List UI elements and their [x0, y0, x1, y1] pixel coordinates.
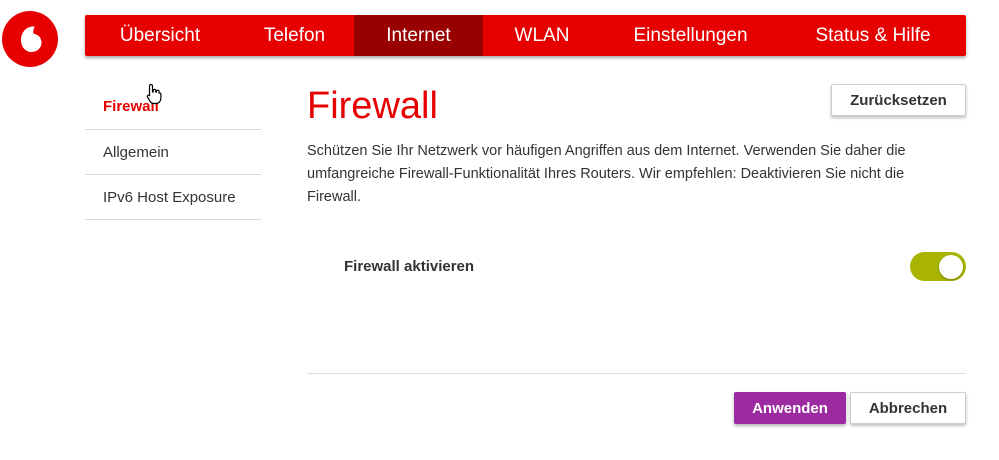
- nav-item-einstellungen[interactable]: Einstellungen: [601, 15, 780, 56]
- sidebar-item-ipv6-host-exposure[interactable]: IPv6 Host Exposure: [85, 175, 261, 220]
- page-title: Firewall: [307, 85, 438, 127]
- firewall-toggle-row: Firewall aktivieren: [307, 252, 966, 282]
- nav-item-telefon[interactable]: Telefon: [235, 15, 354, 56]
- reset-button[interactable]: Zurücksetzen: [831, 84, 966, 116]
- nav-item-internet[interactable]: Internet: [354, 15, 483, 56]
- firewall-toggle-label: Firewall aktivieren: [344, 258, 475, 275]
- page-description: Schützen Sie Ihr Netzwerk vor häufigen A…: [307, 143, 906, 205]
- sidebar-item-firewall[interactable]: Firewall: [85, 84, 261, 130]
- nav-item-wlan[interactable]: WLAN: [483, 15, 601, 56]
- toggle-knob: [939, 254, 963, 279]
- apply-button[interactable]: Anwenden: [734, 392, 846, 424]
- hand-pointer-icon: [146, 83, 164, 105]
- main-nav: Übersicht Telefon Internet WLAN Einstell…: [85, 15, 966, 56]
- divider: [307, 373, 966, 374]
- vodafone-logo[interactable]: [2, 11, 58, 67]
- nav-item-uebersicht[interactable]: Übersicht: [85, 15, 235, 56]
- firewall-toggle-switch[interactable]: [910, 252, 966, 281]
- sidebar-item-allgemein[interactable]: Allgemein: [85, 130, 261, 175]
- sidebar: Firewall Allgemein IPv6 Host Exposure: [85, 84, 261, 220]
- nav-item-status-hilfe[interactable]: Status & Hilfe: [780, 15, 966, 56]
- cancel-button[interactable]: Abbrechen: [850, 392, 966, 424]
